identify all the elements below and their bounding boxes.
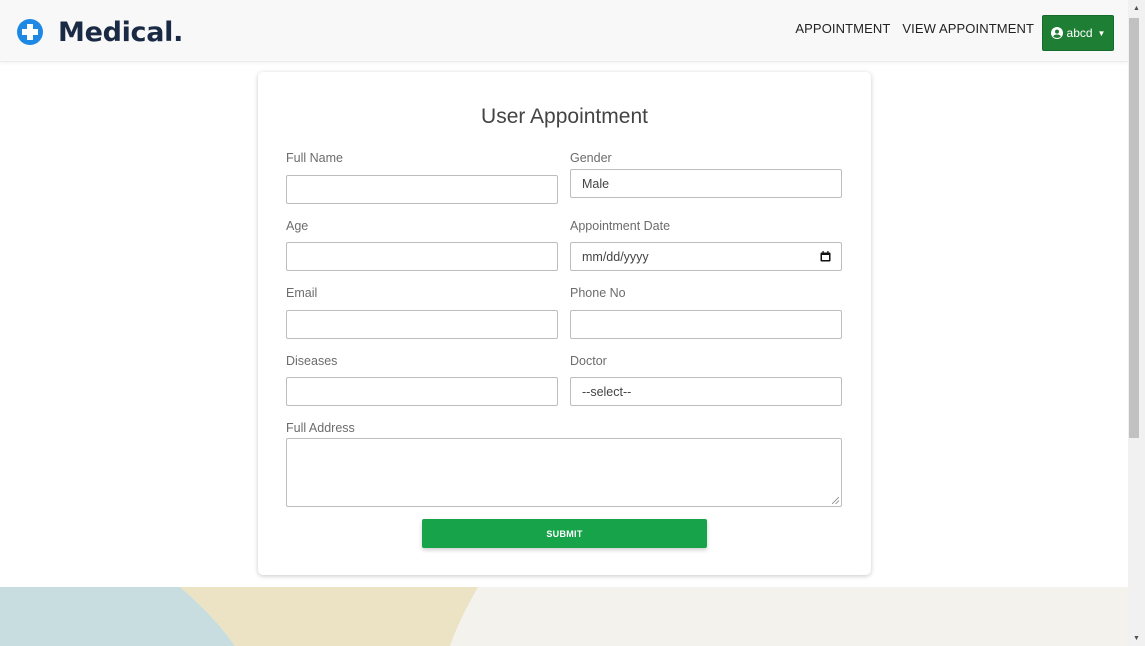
form-title: User Appointment [481, 105, 648, 128]
appointment-date-input[interactable]: mm/dd/yyyy [570, 242, 842, 271]
calendar-icon[interactable] [820, 251, 831, 262]
gender-label: Gender [570, 151, 612, 165]
email-label: Email [286, 286, 318, 300]
full-name-label: Full Name [286, 151, 343, 165]
full-address-label: Full Address [286, 421, 355, 435]
age-input[interactable] [286, 242, 558, 271]
decorative-shapes [0, 587, 478, 646]
gender-input[interactable]: Male [570, 169, 842, 198]
top-navbar: Medical. APPOINTMENT VIEW APPOINTMENT ab… [0, 0, 1128, 62]
doctor-select[interactable]: --select-- [570, 377, 842, 406]
diseases-input[interactable] [286, 377, 558, 406]
submit-button[interactable]: SUBMIT [422, 519, 707, 548]
diseases-label: Diseases [286, 354, 338, 368]
full-name-input[interactable] [286, 175, 558, 204]
nav-link-appointment[interactable]: APPOINTMENT [795, 21, 890, 36]
phone-label: Phone No [570, 286, 626, 300]
appointment-date-label: Appointment Date [570, 219, 671, 233]
appointment-form-card: User Appointment Full Name Gender Male A… [258, 72, 871, 575]
email-input[interactable] [286, 310, 558, 339]
age-label: Age [286, 219, 309, 233]
appointment-date-placeholder: mm/dd/yyyy [582, 249, 649, 264]
chevron-down-icon: ▼ [1097, 28, 1106, 38]
doctor-label: Doctor [570, 354, 607, 368]
brand-logo[interactable]: Medical. [10, 14, 183, 50]
brand-name: Medical. [58, 16, 184, 48]
decorative-banner [0, 587, 1128, 646]
user-menu-button[interactable]: abcd ▼ [1042, 15, 1114, 51]
nav-link-view-appointment[interactable]: VIEW APPOINTMENT [902, 21, 1034, 36]
user-menu-label: abcd [1066, 26, 1093, 40]
medical-cross-icon [12, 16, 43, 48]
scroll-down-icon[interactable]: ▼ [1128, 630, 1145, 646]
scroll-up-icon[interactable]: ▲ [1128, 0, 1145, 16]
user-circle-icon [1050, 27, 1063, 39]
resize-grip-icon[interactable] [832, 497, 839, 504]
nav-links: APPOINTMENT VIEW APPOINTMENT [795, 21, 1034, 36]
phone-input[interactable] [570, 310, 842, 339]
full-address-textarea[interactable] [286, 438, 842, 507]
scrollbar-thumb[interactable] [1129, 18, 1139, 438]
